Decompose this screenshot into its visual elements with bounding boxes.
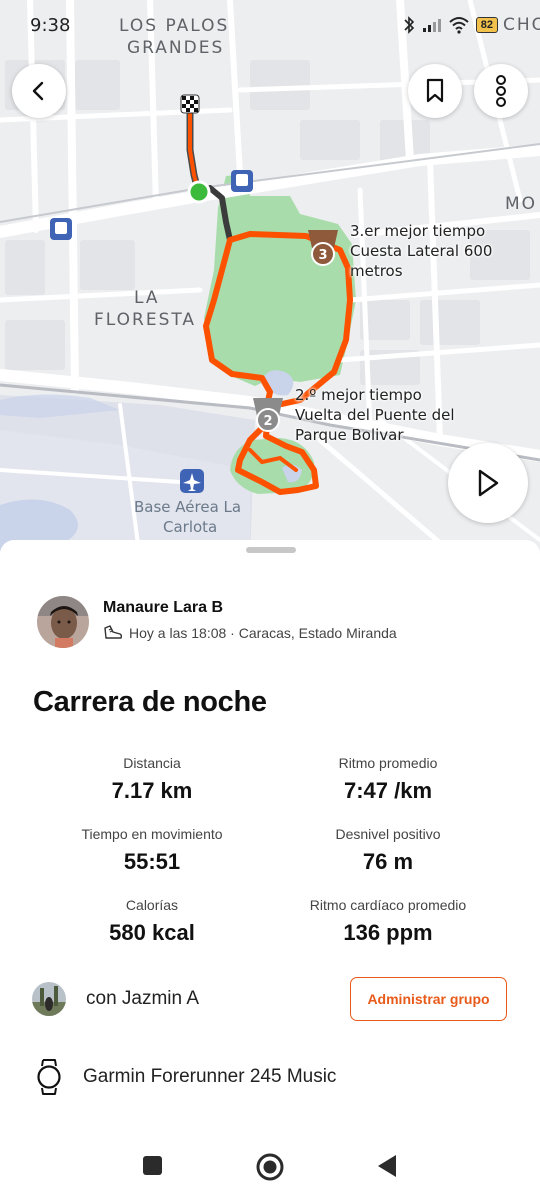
map-label-la: LA xyxy=(134,288,160,308)
device-name: Garmin Forerunner 245 Music xyxy=(83,1066,337,1087)
activity-sheet: Manaure Lara B Hoy a las 18:08 · Caracas… xyxy=(0,540,540,1200)
map-label-grandes: GRANDES xyxy=(127,38,225,58)
activity-meta: Hoy a las 18:08 · Caracas, Estado Mirand… xyxy=(103,624,397,642)
segment-medal-3: 3 xyxy=(308,230,338,266)
stat-value: 580 kcal xyxy=(109,920,195,945)
stat-elevation: Desnivel positivo 76 m xyxy=(268,825,508,875)
signal-icon xyxy=(422,19,441,32)
stat-calories: Calorías 580 kcal xyxy=(32,896,272,946)
segment-2-line2: Vuelta del Puente del xyxy=(295,406,455,424)
bookmark-icon xyxy=(426,78,444,103)
svg-text:2: 2 xyxy=(263,414,272,429)
avatar-photo xyxy=(37,596,89,648)
stat-heart-rate: Ritmo cardíaco promedio 136 ppm xyxy=(268,896,508,946)
segment-label-3[interactable]: 3.er mejor tiempo Cuesta Lateral 600 met… xyxy=(350,221,492,281)
map-label-airport-2: Carlota xyxy=(163,518,218,536)
home-icon[interactable] xyxy=(255,1152,285,1182)
stat-label: Distancia xyxy=(123,755,181,771)
stat-value: 55:51 xyxy=(123,849,181,874)
flyover-play-button[interactable] xyxy=(448,443,528,523)
nav-back-icon[interactable] xyxy=(375,1153,399,1179)
stat-value: 7:47 /km xyxy=(343,778,433,803)
activity-meta-text: Hoy a las 18:08 · Caracas, Estado Mirand… xyxy=(129,625,397,641)
activity-title: Carrera de noche xyxy=(33,686,267,718)
stat-label: Calorías xyxy=(125,897,179,913)
segment-3-line2: Cuesta Lateral 600 xyxy=(350,242,493,260)
watch-icon xyxy=(37,1059,61,1095)
back-icon xyxy=(32,81,44,101)
map-label-los-palos: LOS PALOS xyxy=(119,16,230,36)
stat-label: Ritmo cardíaco promedio xyxy=(309,897,467,913)
stat-label: Ritmo promedio xyxy=(338,755,438,771)
bluetooth-icon xyxy=(404,16,414,34)
group-with-text[interactable]: con Jazmin A xyxy=(86,988,199,1010)
athlete-name[interactable]: Manaure Lara B xyxy=(103,599,223,617)
map-label-floresta: FLORESTA xyxy=(94,310,197,330)
route-map[interactable]: 3 2 LOS PALOS GRANDES LA FLORESTA CHO MO… xyxy=(0,0,540,560)
stat-moving-time: Tiempo en movimiento 55:51 xyxy=(32,825,272,875)
stat-label: Tiempo en movimiento xyxy=(81,826,223,842)
segment-2-line1: 2.º mejor tiempo xyxy=(295,386,422,404)
stat-value: 136 ppm xyxy=(343,920,433,945)
wifi-icon xyxy=(449,17,469,34)
running-shoe-icon xyxy=(104,625,123,639)
more-options-button[interactable] xyxy=(474,64,528,118)
svg-text:3: 3 xyxy=(318,248,327,263)
segment-2-line3: Parque Bolivar xyxy=(295,426,404,444)
stat-label: Desnivel positivo xyxy=(335,826,441,842)
map-label-airport-1: Base Aérea La xyxy=(134,498,242,516)
sheet-drag-handle[interactable] xyxy=(246,547,296,553)
status-icons: 82 xyxy=(402,12,540,38)
more-vertical-icon xyxy=(496,75,506,107)
group-member-avatar[interactable] xyxy=(32,982,66,1016)
manage-group-button[interactable]: Administrar grupo xyxy=(350,977,507,1021)
map-label-mo: MO xyxy=(505,194,538,214)
segment-3-line3: metros xyxy=(350,262,403,280)
athlete-avatar[interactable] xyxy=(37,596,89,648)
recents-icon[interactable] xyxy=(142,1155,164,1177)
segment-3-line1: 3.er mejor tiempo xyxy=(350,222,486,240)
segment-label-2[interactable]: 2.º mejor tiempo Vuelta del Puente del P… xyxy=(295,385,455,445)
group-member-photo xyxy=(32,982,66,1016)
battery-icon: 82 xyxy=(475,17,498,33)
bookmark-button[interactable] xyxy=(408,64,462,118)
stat-pace: Ritmo promedio 7:47 /km xyxy=(268,754,508,804)
stat-distance: Distancia 7.17 km xyxy=(32,754,272,804)
play-icon xyxy=(478,469,499,497)
stat-value: 76 m xyxy=(362,849,414,874)
stat-value: 7.17 km xyxy=(111,778,193,803)
back-button[interactable] xyxy=(12,64,66,118)
status-time: 9:38 xyxy=(30,15,71,36)
